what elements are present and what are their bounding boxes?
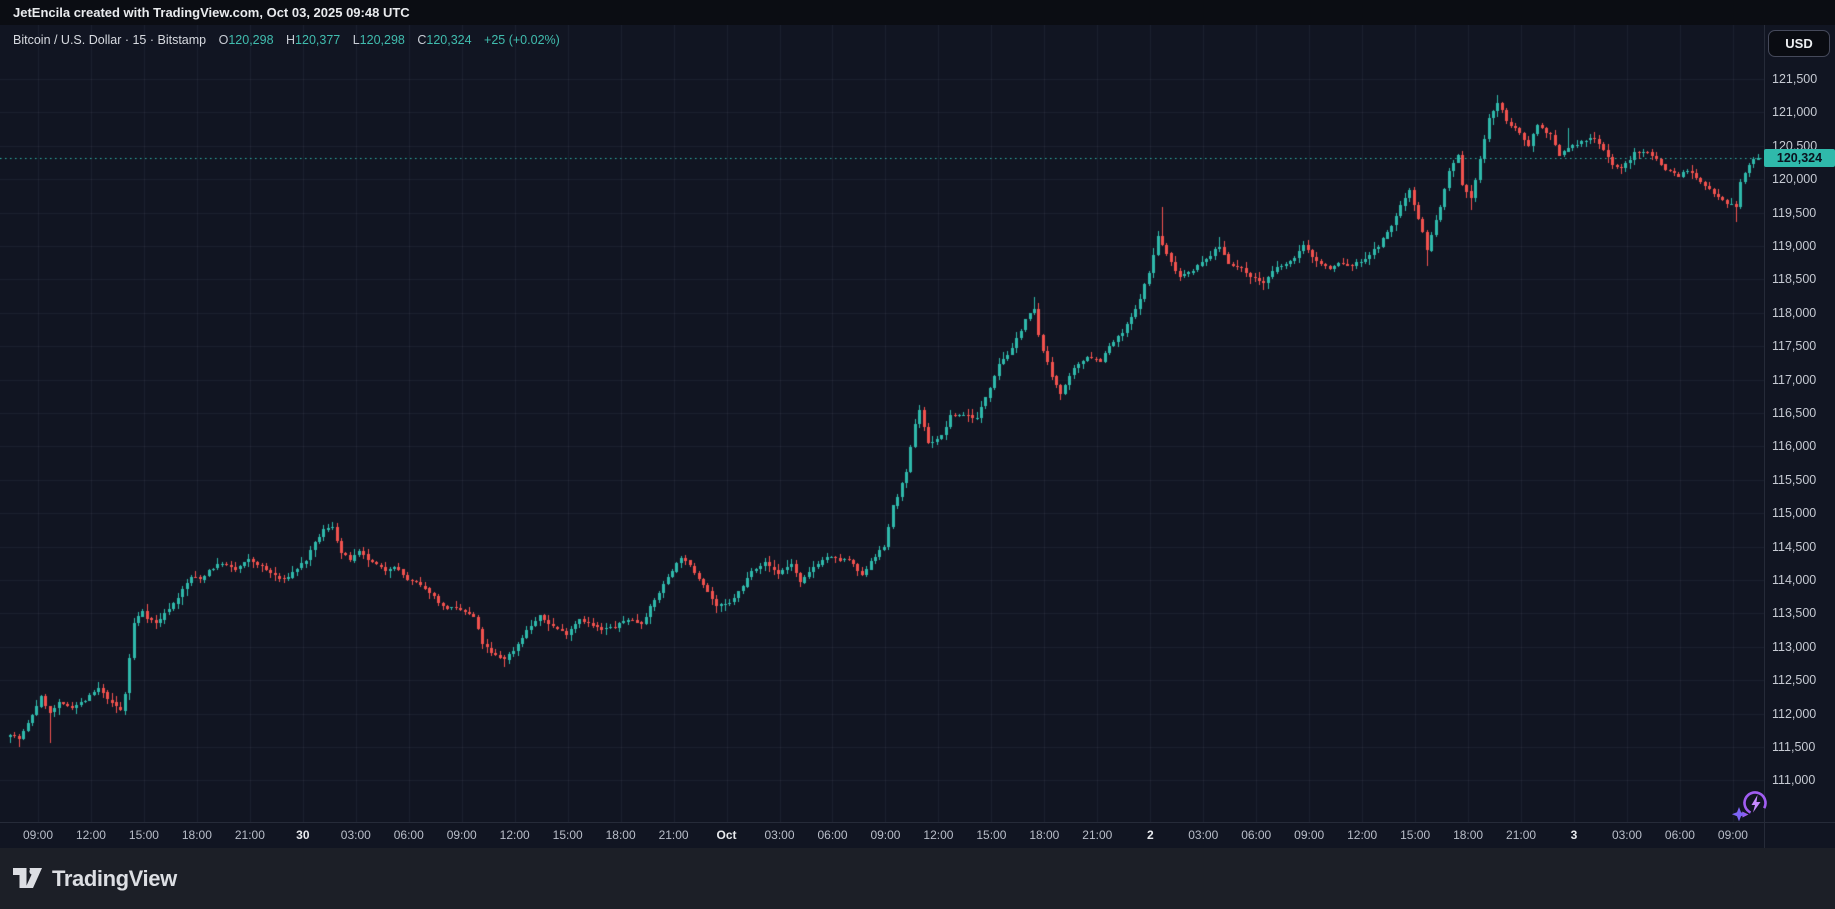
price-axis-label: 114,500 bbox=[1772, 539, 1816, 555]
tradingview-logo-icon bbox=[12, 865, 43, 892]
low-label: L bbox=[353, 33, 360, 47]
time-axis-label: 21:00 bbox=[1506, 828, 1536, 842]
candlestick-chart-canvas[interactable] bbox=[0, 25, 1764, 822]
symbol-legend: Bitcoin / U.S. Dollar · 15 · Bitstamp O1… bbox=[13, 32, 560, 48]
time-axis-label: 09:00 bbox=[447, 828, 477, 842]
time-axis-label: 21:00 bbox=[659, 828, 689, 842]
time-axis-label: 15:00 bbox=[1400, 828, 1430, 842]
time-axis-label: 09:00 bbox=[23, 828, 53, 842]
time-axis-label: 21:00 bbox=[1082, 828, 1112, 842]
price-axis-label: 119,500 bbox=[1772, 205, 1816, 221]
time-axis-label: 15:00 bbox=[553, 828, 583, 842]
time-axis-label: 03:00 bbox=[1612, 828, 1642, 842]
time-axis-label: 12:00 bbox=[76, 828, 106, 842]
open-value: 120,298 bbox=[228, 33, 273, 47]
time-axis-label: 06:00 bbox=[394, 828, 424, 842]
currency-toggle-button[interactable]: USD bbox=[1768, 30, 1830, 57]
time-axis-label: 06:00 bbox=[1665, 828, 1695, 842]
price-axis-label: 117,000 bbox=[1772, 372, 1816, 388]
time-axis-label: 09:00 bbox=[870, 828, 900, 842]
brand-wordmark: TradingView bbox=[52, 866, 177, 892]
high-value: 120,377 bbox=[295, 33, 340, 47]
attribution-bar: JetEncila created with TradingView.com, … bbox=[0, 0, 1835, 25]
symbol-title[interactable]: Bitcoin / U.S. Dollar · 15 · Bitstamp bbox=[13, 33, 206, 47]
time-axis-label: 09:00 bbox=[1718, 828, 1748, 842]
time-axis-label: 30 bbox=[296, 828, 309, 842]
low-value: 120,298 bbox=[360, 33, 405, 47]
time-axis-label: 18:00 bbox=[1029, 828, 1059, 842]
price-axis-label: 119,000 bbox=[1772, 238, 1816, 254]
time-axis-label: 15:00 bbox=[129, 828, 159, 842]
time-axis-label: 03:00 bbox=[341, 828, 371, 842]
brand-footer: TradingView bbox=[0, 848, 1835, 909]
time-axis-label: 09:00 bbox=[1294, 828, 1324, 842]
time-axis-label: 3 bbox=[1571, 828, 1578, 842]
price-axis-label: 114,000 bbox=[1772, 572, 1816, 588]
price-axis-label: 121,000 bbox=[1772, 104, 1817, 120]
time-axis-label: 18:00 bbox=[1453, 828, 1483, 842]
ai-sparkle-refresh-icon[interactable] bbox=[1732, 788, 1772, 824]
price-axis-label: 120,000 bbox=[1772, 171, 1817, 187]
time-axis-label: 06:00 bbox=[1241, 828, 1271, 842]
price-axis-label: 112,000 bbox=[1772, 706, 1816, 722]
change-value: +25 (+0.02%) bbox=[484, 33, 560, 47]
last-price-label: 120,324 bbox=[1764, 149, 1835, 167]
time-axis-label: 12:00 bbox=[500, 828, 530, 842]
time-axis[interactable]: 09:00 12:00 15:00 18:00 21:00 30 03:00 06:00 09:… bbox=[0, 823, 1764, 848]
time-axis-label: 15:00 bbox=[976, 828, 1006, 842]
time-axis-label: 06:00 bbox=[817, 828, 847, 842]
time-axis-label: 03:00 bbox=[765, 828, 795, 842]
price-axis-label: 115,500 bbox=[1772, 472, 1816, 488]
time-axis-label: 21:00 bbox=[235, 828, 265, 842]
price-axis-label: 118,500 bbox=[1772, 271, 1816, 287]
price-axis[interactable]: USD 121,500121,000120,500120,000119,5001… bbox=[1765, 25, 1835, 822]
time-axis-label: 12:00 bbox=[923, 828, 953, 842]
price-axis-label: 112,500 bbox=[1772, 672, 1816, 688]
price-axis-label: 113,000 bbox=[1772, 639, 1816, 655]
time-axis-label: Oct bbox=[717, 828, 737, 842]
attribution-text: JetEncila created with TradingView.com, … bbox=[13, 5, 410, 20]
time-axis-label: 12:00 bbox=[1347, 828, 1377, 842]
time-axis-label: 18:00 bbox=[182, 828, 212, 842]
high-label: H bbox=[286, 33, 295, 47]
price-axis-label: 111,500 bbox=[1772, 739, 1815, 755]
open-label: O bbox=[219, 33, 229, 47]
price-axis-label: 116,500 bbox=[1772, 405, 1816, 421]
time-axis-label: 03:00 bbox=[1188, 828, 1218, 842]
price-axis-label: 118,000 bbox=[1772, 305, 1816, 321]
price-axis-label: 117,500 bbox=[1772, 338, 1816, 354]
price-axis-label: 116,000 bbox=[1772, 438, 1816, 454]
price-axis-label: 121,500 bbox=[1772, 71, 1817, 87]
time-axis-label: 18:00 bbox=[606, 828, 636, 842]
time-axis-label: 2 bbox=[1147, 828, 1154, 842]
close-value: 120,324 bbox=[426, 33, 471, 47]
price-axis-label: 111,000 bbox=[1772, 772, 1815, 788]
price-axis-label: 115,000 bbox=[1772, 505, 1816, 521]
price-axis-label: 113,500 bbox=[1772, 605, 1816, 621]
